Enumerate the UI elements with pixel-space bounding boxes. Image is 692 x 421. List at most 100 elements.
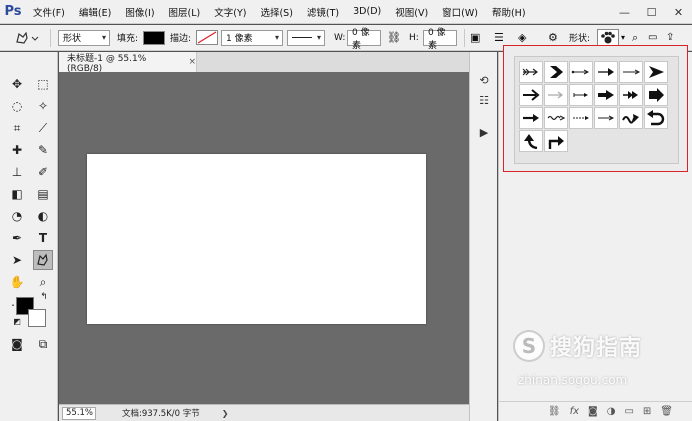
- gradient-tool-icon[interactable]: ▤: [33, 184, 53, 204]
- menu-view[interactable]: 视图(V): [388, 5, 435, 19]
- document-area: 未标题-1 @ 55.1%(RGB/8) × 55.1% 文档:937.5K/0…: [59, 52, 497, 421]
- stroke-type-select[interactable]: ▾: [287, 29, 325, 46]
- hand-tool-icon[interactable]: ✋: [7, 272, 27, 292]
- shape-cell[interactable]: [644, 107, 668, 129]
- shape-cell[interactable]: [519, 84, 543, 106]
- arrow-curved-back-icon: [647, 110, 665, 126]
- new-layer-icon[interactable]: ⊞: [643, 406, 651, 417]
- shape-cell[interactable]: [519, 61, 543, 83]
- document-tab-title: 未标题-1 @ 55.1%(RGB/8): [67, 53, 147, 74]
- fill-label: 填充:: [117, 34, 139, 44]
- healing-brush-tool-icon[interactable]: ✚: [7, 140, 27, 160]
- new-group-icon[interactable]: ▭: [624, 406, 633, 417]
- marquee-tool-icon[interactable]: ⬚: [33, 74, 53, 94]
- dodge-tool-icon[interactable]: ◐: [33, 206, 53, 226]
- shape-cell[interactable]: [619, 61, 643, 83]
- actions-play-icon[interactable]: ▶: [476, 124, 492, 140]
- chevron-right-icon[interactable]: ❯: [222, 409, 229, 418]
- history-brush-tool-icon[interactable]: ✐: [33, 162, 53, 182]
- menu-type[interactable]: 文字(Y): [207, 5, 253, 19]
- layer-mask-icon[interactable]: ◙: [588, 406, 598, 417]
- arrow-solid-icon: [598, 90, 614, 100]
- screen-mode-icon[interactable]: ⧉: [33, 334, 53, 354]
- menu-image[interactable]: 图像(I): [118, 5, 161, 19]
- brush-tool-icon[interactable]: ✎: [33, 140, 53, 160]
- sogou-watermark: S 搜狗指南 zhinan.sogou.com: [513, 330, 683, 400]
- menu-select[interactable]: 选择(S): [253, 5, 299, 19]
- trash-icon[interactable]: 🗑: [660, 406, 673, 417]
- clone-stamp-tool-icon[interactable]: ⊥: [7, 162, 27, 182]
- height-label: H:: [409, 32, 419, 43]
- status-bar: 55.1% 文档:937.5K/0 字节 ❯: [59, 404, 497, 421]
- lasso-tool-icon[interactable]: ◌: [7, 96, 27, 116]
- shape-cell[interactable]: [619, 107, 643, 129]
- menu-3d[interactable]: 3D(D): [346, 6, 388, 17]
- layer-style-icon[interactable]: fx: [570, 406, 579, 417]
- background-color-swatch[interactable]: [28, 309, 46, 327]
- quick-mask-icon[interactable]: ◙: [7, 334, 27, 354]
- type-tool-icon[interactable]: T: [33, 228, 53, 248]
- shape-cell[interactable]: [594, 84, 618, 106]
- shape-cell[interactable]: [544, 61, 568, 83]
- shape-picker-button[interactable]: [597, 28, 619, 47]
- menu-help[interactable]: 帮助(H): [485, 5, 533, 19]
- properties-panel-icon[interactable]: ☷: [476, 92, 492, 108]
- maximize-button[interactable]: ☐: [638, 0, 665, 24]
- close-icon[interactable]: ×: [188, 57, 196, 67]
- shape-cell[interactable]: [519, 107, 543, 129]
- shape-cell[interactable]: [644, 61, 668, 83]
- arrow-turn-right-icon: [548, 136, 564, 149]
- shape-cell[interactable]: [544, 84, 568, 106]
- menu-edit[interactable]: 编辑(E): [72, 5, 118, 19]
- eraser-tool-icon[interactable]: ◧: [7, 184, 27, 204]
- shape-cell[interactable]: [594, 61, 618, 83]
- sogou-logo-icon: S: [513, 330, 545, 362]
- default-colors-icon[interactable]: ◩: [11, 315, 23, 327]
- menu-layer[interactable]: 图层(L): [162, 5, 208, 19]
- link-layers-icon[interactable]: ⛓: [548, 406, 561, 417]
- menu-file[interactable]: 文件(F): [26, 5, 72, 19]
- history-panel-icon[interactable]: ⟲: [476, 72, 492, 88]
- shape-cell[interactable]: [619, 84, 643, 106]
- watermark-name: 搜狗指南: [550, 336, 643, 361]
- shape-cell[interactable]: [569, 84, 593, 106]
- document-canvas[interactable]: [87, 154, 426, 324]
- document-info: 文档:937.5K/0 字节: [122, 409, 200, 419]
- shape-cell[interactable]: [569, 61, 593, 83]
- shape-cell[interactable]: [569, 107, 593, 129]
- custom-shape-tool-icon[interactable]: [33, 250, 53, 270]
- minimize-button[interactable]: —: [611, 0, 638, 24]
- stroke-color-swatch[interactable]: [196, 28, 218, 47]
- shape-cell[interactable]: [594, 107, 618, 129]
- swap-colors-icon[interactable]: ↰: [38, 291, 50, 303]
- link-icon[interactable]: ⛓: [387, 28, 401, 47]
- magic-wand-tool-icon[interactable]: ✧: [33, 96, 53, 116]
- crop-tool-icon[interactable]: ⌗: [7, 118, 27, 138]
- fill-color-swatch[interactable]: [143, 30, 165, 45]
- menu-filter[interactable]: 滤镜(T): [300, 5, 346, 19]
- document-tab[interactable]: 未标题-1 @ 55.1%(RGB/8) ×: [59, 52, 197, 74]
- chevron-down-icon: ▾: [274, 33, 279, 42]
- pen-tool-icon[interactable]: ✒: [7, 228, 27, 248]
- custom-shape-tool-preset-icon[interactable]: [14, 28, 40, 47]
- menu-window[interactable]: 窗口(W): [435, 5, 485, 19]
- stroke-width-field[interactable]: 1 像素 ▾: [221, 29, 283, 46]
- width-field[interactable]: 0 像素: [347, 28, 381, 51]
- shape-cell[interactable]: [644, 84, 668, 106]
- path-operations-icon[interactable]: ▣: [470, 28, 480, 47]
- eyedropper-tool-icon[interactable]: ⟋: [33, 118, 53, 138]
- adjustment-layer-icon[interactable]: ◑: [607, 406, 616, 417]
- shape-cell[interactable]: [519, 130, 543, 152]
- move-tool-icon[interactable]: ✥: [7, 74, 27, 94]
- blur-tool-icon[interactable]: ◔: [7, 206, 27, 226]
- shape-cell[interactable]: [544, 130, 568, 152]
- zoom-tool-icon[interactable]: ⌕: [33, 272, 53, 292]
- arrow-bold-line-icon: [523, 89, 540, 101]
- path-selection-tool-icon[interactable]: ➤: [7, 250, 27, 270]
- height-field[interactable]: 0 像素: [423, 28, 457, 51]
- close-button[interactable]: ✕: [665, 0, 692, 24]
- zoom-level-field[interactable]: 55.1%: [62, 406, 96, 420]
- shape-cell[interactable]: [544, 107, 568, 129]
- tool-mode-select[interactable]: 形状 ▾: [58, 29, 110, 46]
- arrow-long-icon: [598, 68, 614, 76]
